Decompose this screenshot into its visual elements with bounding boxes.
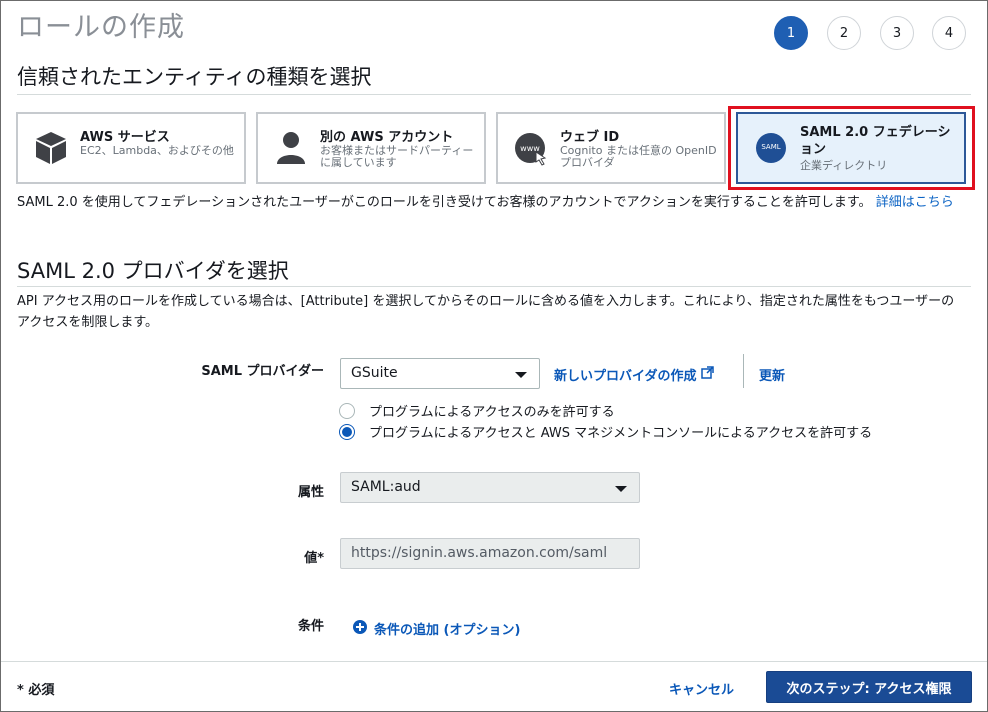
www-globe-icon: www — [514, 130, 548, 166]
step-2[interactable]: 2 — [827, 16, 861, 50]
next-step-button[interactable]: 次のステップ: アクセス権限 — [766, 671, 972, 703]
card-another-account[interactable]: 別の AWS アカウント お客様またはサードパーティーに属しています — [256, 112, 486, 184]
radio-label: プログラムによるアクセスと AWS マネジメントコンソールによるアクセスを許可す… — [369, 426, 873, 441]
refresh-link[interactable]: 更新 — [759, 365, 785, 384]
page-title: ロールの作成 — [17, 12, 185, 43]
saml-provider-value: GSuite — [351, 365, 398, 381]
radio-programmatic-only[interactable]: プログラムによるアクセスのみを許可する — [339, 401, 615, 420]
create-provider-link-text: 新しいプロバイダの作成 — [554, 369, 697, 384]
radio-button[interactable] — [339, 402, 355, 419]
saml-icon: SAML — [754, 130, 788, 166]
trust-description-text: SAML 2.0 を使用してフェデレーションされたユーザーがこのロールを引き受け… — [17, 195, 872, 210]
create-role-window: ロールの作成 1 2 3 4 信頼されたエンティティの種類を選択 AWS サービ… — [0, 0, 988, 712]
card-desc: EC2、Lambda、およびその他 — [80, 144, 234, 157]
condition-label: 条件 — [297, 619, 324, 634]
person-icon — [274, 130, 308, 166]
card-aws-service[interactable]: AWS サービス EC2、Lambda、およびその他 — [16, 112, 246, 184]
card-desc: Cognito または任意の OpenID プロバイダ — [560, 144, 717, 169]
attribute-label: 属性 — [297, 485, 324, 500]
separator — [743, 354, 744, 388]
box-icon — [34, 130, 68, 166]
step-1[interactable]: 1 — [774, 16, 808, 50]
card-web-identity[interactable]: www ウェブ ID Cognito または任意の OpenID プロバイダ — [496, 112, 726, 184]
details-link[interactable]: 詳細はこちら — [876, 195, 954, 210]
trust-section-title: 信頼されたエンティティの種類を選択 — [17, 65, 372, 89]
value-field[interactable]: https://signin.aws.amazon.com/saml — [340, 538, 640, 569]
external-link-icon — [701, 366, 715, 383]
step-4[interactable]: 4 — [932, 16, 966, 50]
radio-button-checked[interactable] — [339, 423, 355, 440]
saml-provider-label: SAML プロバイダー — [201, 364, 324, 379]
saml-icon-label: SAML — [761, 143, 781, 151]
trust-description: SAML 2.0 を使用してフェデレーションされたユーザーがこのロールを引き受け… — [17, 192, 967, 213]
cancel-button[interactable]: キャンセル — [669, 679, 734, 698]
radio-label: プログラムによるアクセスのみを許可する — [369, 405, 615, 420]
create-provider-link[interactable]: 新しいプロバイダの作成 — [554, 365, 715, 384]
card-title: ウェブ ID — [560, 130, 620, 145]
add-condition-link[interactable]: 条件の追加 (オプション) — [353, 619, 520, 638]
card-title: AWS サービス — [80, 130, 170, 145]
divider — [17, 286, 971, 287]
step-3[interactable]: 3 — [880, 16, 914, 50]
card-desc: 企業ディレクトリ — [800, 159, 888, 172]
radio-programmatic-and-console[interactable]: プログラムによるアクセスと AWS マネジメントコンソールによるアクセスを許可す… — [339, 422, 872, 441]
provider-description: API アクセス用のロールを作成している場合は、[Attribute] を選択し… — [17, 294, 955, 330]
card-desc: お客様またはサードパーティーに属しています — [320, 144, 474, 169]
add-condition-text: 条件の追加 (オプション) — [374, 623, 521, 638]
divider — [17, 94, 971, 95]
card-title: SAML 2.0 フェデレーション — [800, 125, 951, 157]
card-saml-federation[interactable]: SAML SAML 2.0 フェデレーション 企業ディレクトリ — [736, 112, 966, 184]
svg-text:www: www — [520, 144, 540, 153]
caret-down-icon — [615, 486, 627, 492]
value-label: 値* — [304, 551, 324, 566]
attribute-value: SAML:aud — [351, 479, 421, 495]
provider-section-title: SAML 2.0 プロバイダを選択 — [17, 259, 289, 283]
saml-provider-select[interactable]: GSuite — [340, 358, 540, 389]
caret-down-icon — [515, 372, 527, 378]
card-title: 別の AWS アカウント — [320, 130, 454, 145]
footer-divider — [1, 661, 987, 662]
required-note: * 必須 — [17, 683, 55, 698]
attribute-select[interactable]: SAML:aud — [340, 472, 640, 503]
plus-circle-icon — [353, 619, 367, 638]
